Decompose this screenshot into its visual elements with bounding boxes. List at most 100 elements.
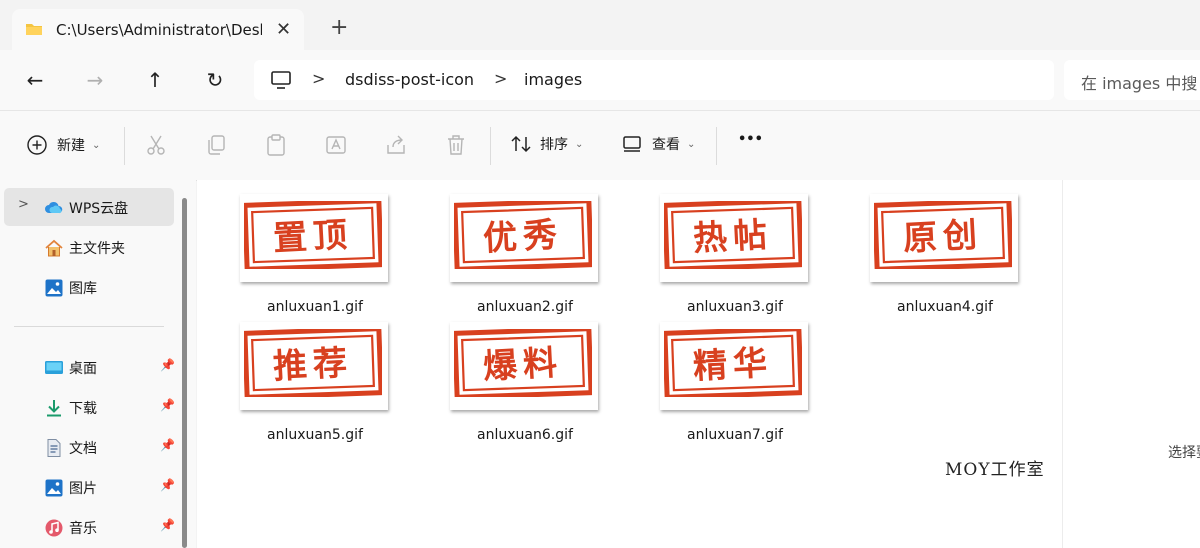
sidebar-item-pictures[interactable]: 图片 📌 [4, 468, 175, 506]
pin-icon[interactable]: 📌 [160, 518, 175, 532]
delete-icon[interactable] [444, 133, 468, 157]
view-button[interactable]: 查看 ⌄ [622, 134, 695, 154]
sidebar-divider [14, 326, 164, 327]
music-icon [45, 519, 63, 537]
sidebar-item-gallery[interactable]: 图库 [4, 268, 174, 306]
breadcrumb-dsdiss-post-icon[interactable]: dsdiss-post-icon [345, 70, 474, 89]
navigation-pane: > WPS云盘 主文件夹 图库 桌面 📌 下载 📌 文档 📌 图片 📌 音乐 📌 [0, 180, 196, 548]
search-box[interactable]: 在 images 中搜 [1064, 60, 1200, 100]
expand-chevron-icon[interactable]: > [18, 197, 29, 212]
stamp-image: 热帖 [664, 201, 802, 269]
paste-icon[interactable] [264, 133, 288, 157]
copy-icon[interactable] [204, 133, 228, 157]
share-icon[interactable] [384, 133, 408, 157]
pin-icon[interactable]: 📌 [160, 438, 175, 452]
file-item[interactable]: 原创 anluxuan4.gif [850, 191, 1020, 315]
plus-circle-icon [27, 135, 47, 155]
toolbar-divider [490, 127, 491, 165]
file-item[interactable]: 爆料 anluxuan6.gif [430, 319, 600, 443]
sidebar-item-label: 下载 [69, 401, 97, 417]
sidebar-item-label: 文档 [69, 441, 97, 457]
sidebar-item-label: 主文件夹 [69, 241, 125, 257]
file-name: anluxuan1.gif [267, 299, 363, 315]
sidebar-item-home[interactable]: 主文件夹 [4, 228, 174, 266]
download-icon [47, 400, 61, 417]
sidebar-item-desktop[interactable]: 桌面 📌 [4, 348, 175, 386]
sidebar-item-label: 音乐 [69, 521, 97, 537]
cloud-icon [45, 201, 63, 214]
file-item[interactable]: 精华 anluxuan7.gif [640, 319, 810, 443]
file-name: anluxuan6.gif [477, 427, 573, 443]
command-bar: 新建 ⌄ 排序 ⌄ 查看 ⌄ ••• [0, 110, 1200, 181]
stamp-text: 置顶 [272, 215, 354, 259]
up-button[interactable]: ↑ [141, 66, 169, 94]
toolbar-divider [124, 127, 125, 165]
breadcrumb-separator: > [312, 69, 326, 88]
refresh-button[interactable]: ↻ [201, 66, 229, 94]
back-button[interactable]: ← [21, 66, 49, 94]
thumbnail: 推荐 [240, 322, 388, 410]
thumbnail: 优秀 [450, 194, 598, 282]
toolbar-divider [716, 127, 717, 165]
file-item[interactable]: 推荐 anluxuan5.gif [220, 319, 390, 443]
file-item[interactable]: 置顶 anluxuan1.gif [220, 191, 390, 315]
home-icon [45, 239, 63, 257]
thumbnail: 精华 [660, 322, 808, 410]
sort-button[interactable]: 排序 ⌄ [510, 134, 583, 154]
chevron-down-icon: ⌄ [687, 138, 696, 150]
file-item[interactable]: 优秀 anluxuan2.gif [430, 191, 600, 315]
stamp-text: 热帖 [692, 215, 774, 259]
desktop-icon [45, 361, 63, 374]
sidebar-item-wps-cloud[interactable]: > WPS云盘 [4, 188, 174, 226]
view-icon [623, 136, 641, 152]
stamp-image: 原创 [874, 201, 1012, 269]
pin-icon[interactable]: 📌 [160, 398, 175, 412]
stamp-text: 爆料 [482, 343, 564, 387]
title-bar: C:\Users\Administrator\Desktop ✕ + [0, 0, 1200, 50]
sort-icon [511, 135, 531, 153]
cut-icon[interactable] [144, 133, 168, 157]
computer-icon [271, 71, 291, 89]
sidebar-item-label: WPS云盘 [69, 201, 129, 217]
sidebar-item-downloads[interactable]: 下载 📌 [4, 388, 175, 426]
file-name: anluxuan7.gif [687, 427, 783, 443]
view-label: 查看 [652, 137, 680, 153]
chevron-down-icon: ⌄ [575, 138, 584, 150]
watermark-text: MOY工作室 [945, 460, 1045, 480]
sidebar-item-documents[interactable]: 文档 📌 [4, 428, 175, 466]
chevron-down-icon: ⌄ [92, 139, 101, 151]
sidebar-item-label: 图库 [69, 281, 97, 297]
stamp-image: 置顶 [244, 201, 382, 269]
pin-icon[interactable]: 📌 [160, 358, 175, 372]
file-item[interactable]: 热帖 anluxuan3.gif [640, 191, 810, 315]
thumbnail: 置顶 [240, 194, 388, 282]
new-tab-button[interactable]: + [330, 17, 348, 39]
explorer-tab[interactable]: C:\Users\Administrator\Desktop ✕ [12, 9, 304, 50]
forward-button[interactable]: → [81, 66, 109, 94]
stamp-text: 原创 [902, 215, 984, 259]
more-options-button[interactable]: ••• [738, 132, 763, 147]
folder-icon [26, 24, 42, 35]
stamp-image: 推荐 [244, 329, 382, 397]
address-bar[interactable]: > dsdiss-post-icon > images [254, 60, 1054, 100]
thumbnail: 原创 [870, 194, 1018, 282]
file-name: anluxuan5.gif [267, 427, 363, 443]
file-view: 置顶 anluxuan1.gif 优秀 anluxuan2.gif 热帖 anl… [197, 180, 1062, 548]
file-name: anluxuan2.gif [477, 299, 573, 315]
search-input[interactable]: 在 images 中搜 [1081, 70, 1197, 94]
file-name: anluxuan3.gif [687, 299, 783, 315]
navigation-bar: ← → ↑ ↻ > dsdiss-post-icon > images 在 im… [0, 50, 1200, 110]
new-label: 新建 [57, 138, 85, 154]
stamp-image: 精华 [664, 329, 802, 397]
rename-icon[interactable] [324, 133, 348, 157]
breadcrumb-images[interactable]: images [524, 70, 582, 89]
new-button[interactable]: 新建 ⌄ [26, 134, 100, 156]
sidebar-item-label: 桌面 [69, 361, 97, 377]
sidebar-item-music[interactable]: 音乐 📌 [4, 508, 175, 546]
breadcrumb-separator: > [494, 69, 508, 88]
thumbnail: 热帖 [660, 194, 808, 282]
pin-icon[interactable]: 📌 [160, 478, 175, 492]
sidebar-scrollbar[interactable] [182, 198, 187, 548]
tab-close-button[interactable]: ✕ [276, 19, 291, 40]
details-hint: 选择要 [1168, 445, 1200, 461]
